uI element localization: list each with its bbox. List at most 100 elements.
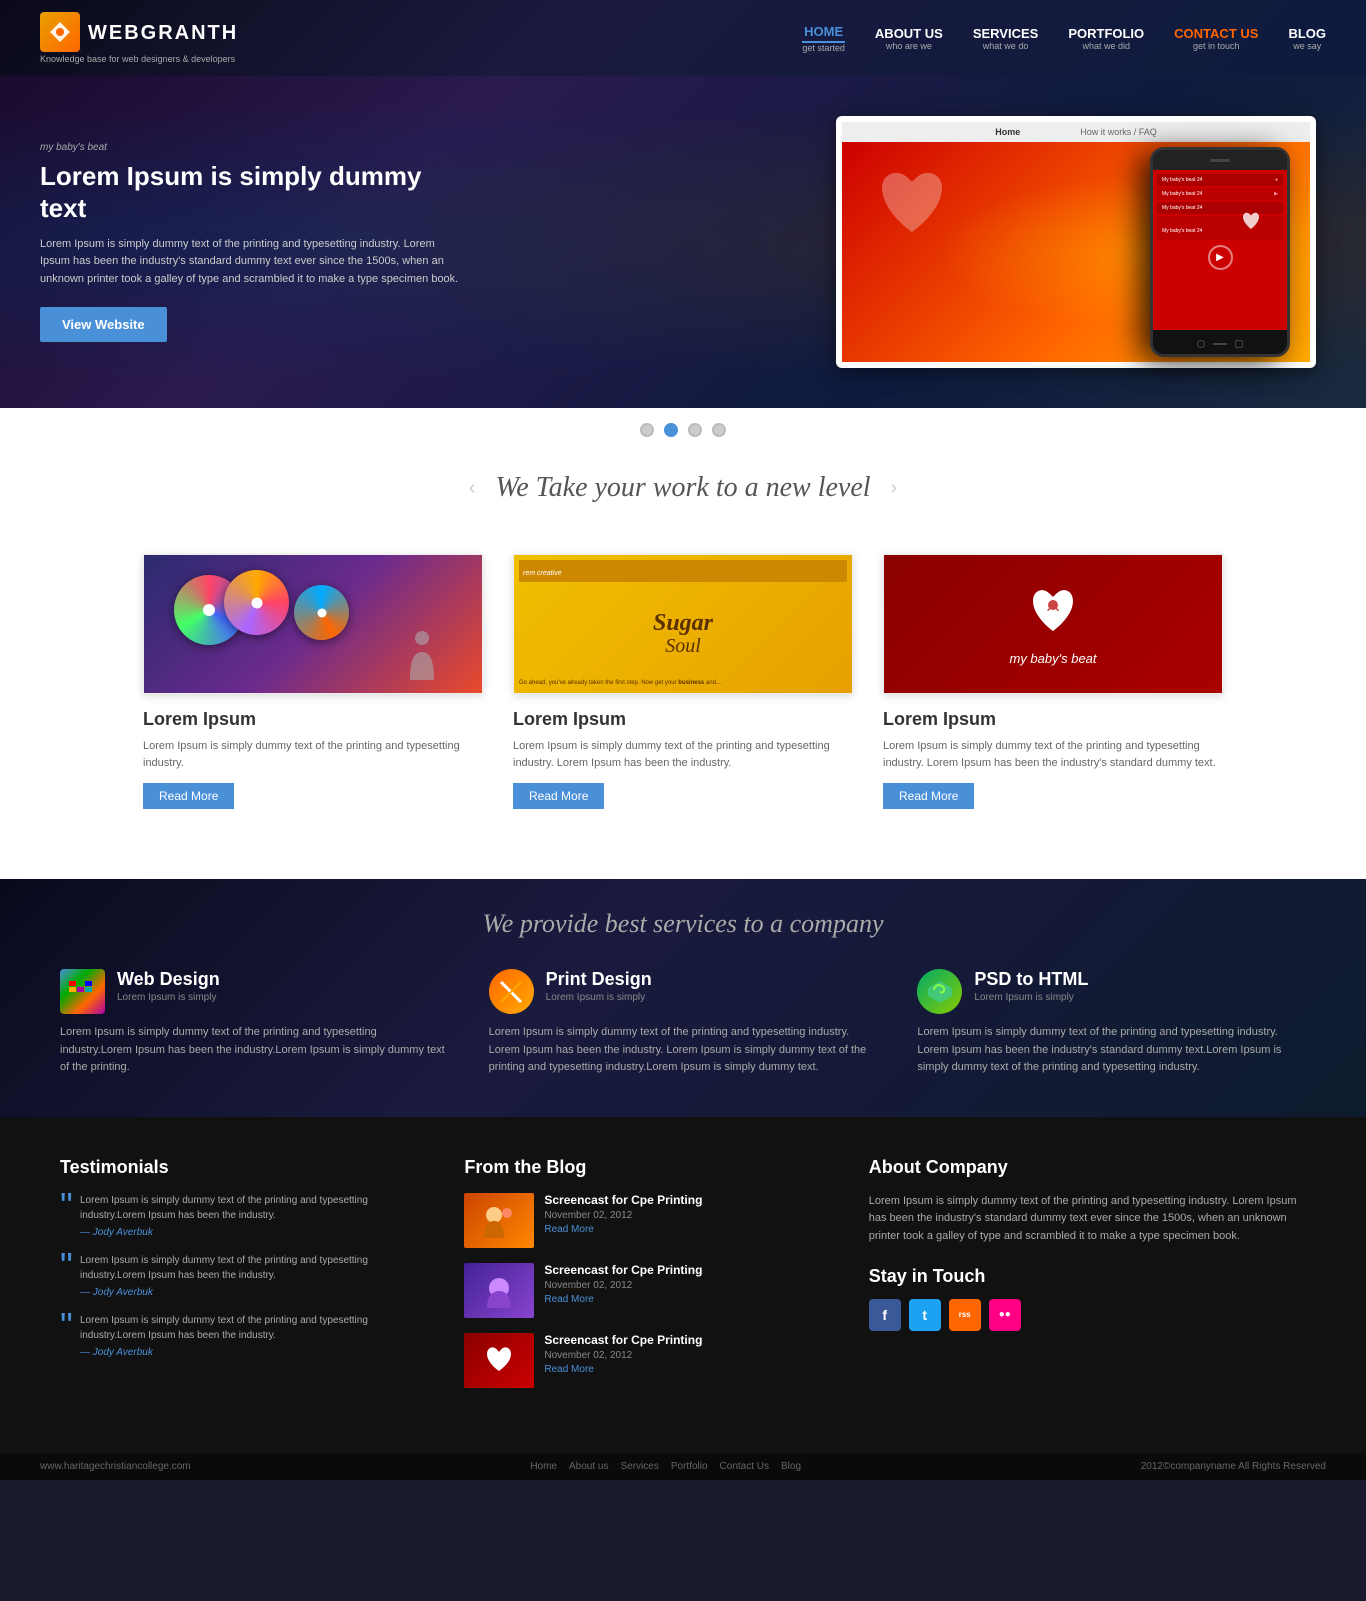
service-web-sub: Lorem Ipsum is simply [117, 992, 220, 1003]
portfolio-card-3: my baby's beat Lorem Ipsum Lorem Ipsum i… [883, 554, 1223, 809]
service-print-desc: Lorem Ipsum is simply dummy text of the … [489, 1024, 878, 1077]
quote-mark-3: " [60, 1308, 73, 1344]
service-print-header: Print Design Lorem Ipsum is simply [489, 969, 878, 1014]
portfolio-img-1 [143, 554, 483, 694]
dot-1[interactable] [640, 423, 654, 437]
nav-contact[interactable]: CONTACT US get in touch [1174, 26, 1258, 51]
service-web-info: Web Design Lorem Ipsum is simply [117, 969, 220, 1003]
logo-area: WEBGRANTH Knowledge base for web designe… [40, 12, 238, 64]
dot-2[interactable] [664, 423, 678, 437]
blog-content-2: Screencast for Cpe Printing November 02,… [544, 1263, 702, 1318]
blog-read-more-1[interactable]: Read More [544, 1224, 702, 1235]
quote-mark-1: " [60, 1188, 73, 1224]
view-website-button[interactable]: View Website [40, 307, 167, 342]
blog-post-title-2: Screencast for Cpe Printing [544, 1263, 702, 1277]
testimonial-1: " Lorem Ipsum is simply dummy text of th… [60, 1193, 424, 1238]
hero-content: my baby's beat Lorem Ipsum is simply dum… [40, 106, 1326, 378]
services-tagline: We provide best services to a company [60, 909, 1306, 939]
service-web-header: Web Design Lorem Ipsum is simply [60, 969, 449, 1014]
portfolio-title-2: Lorem Ipsum [513, 709, 853, 730]
blog-read-more-3[interactable]: Read More [544, 1364, 702, 1375]
blog-date-2: November 02, 2012 [544, 1280, 702, 1291]
footer-url: www.haritagechristiancollege.com [40, 1461, 191, 1472]
footer-link-home[interactable]: Home [530, 1461, 557, 1472]
slider-nav-home[interactable]: Home [995, 127, 1020, 137]
blog-item-3: Screencast for Cpe Printing November 02,… [464, 1333, 828, 1388]
portfolio-img-2: rem creative Sugar Soul Go ahead, you've… [513, 554, 853, 694]
dot-3[interactable] [688, 423, 702, 437]
main-nav: HOME get started ABOUT US who are we SER… [802, 24, 1326, 53]
portfolio-title-1: Lorem Ipsum [143, 709, 483, 730]
tagline-text: We Take your work to a new level [495, 472, 870, 504]
services-section: We provide best services to a company We… [0, 879, 1366, 1117]
testimonials-col: Testimonials " Lorem Ipsum is simply dum… [60, 1157, 424, 1403]
print-design-icon [489, 969, 534, 1014]
slider-dots [0, 408, 1366, 452]
footer-bottom: www.haritagechristiancollege.com Home Ab… [0, 1453, 1366, 1480]
service-psd-title: PSD to HTML [974, 969, 1088, 990]
blog-date-3: November 02, 2012 [544, 1350, 702, 1361]
quote-mark-2: " [60, 1248, 73, 1284]
portfolio-img-3: my baby's beat [883, 554, 1223, 694]
nav-blog[interactable]: BLOG we say [1288, 26, 1326, 51]
blog-title: From the Blog [464, 1157, 828, 1178]
testimonial-author-1: — Jody Averbuk [80, 1227, 424, 1238]
service-web-desc: Lorem Ipsum is simply dummy text of the … [60, 1024, 449, 1077]
footer-link-blog[interactable]: Blog [781, 1461, 801, 1472]
about-col: About Company Lorem Ipsum is simply dumm… [869, 1157, 1306, 1403]
facebook-icon[interactable]: f [869, 1299, 901, 1331]
portfolio-title-3: Lorem Ipsum [883, 709, 1223, 730]
footer-link-about[interactable]: About us [569, 1461, 608, 1472]
testimonial-author-2: — Jody Averbuk [80, 1287, 424, 1298]
blog-item-1: Screencast for Cpe Printing November 02,… [464, 1193, 828, 1248]
blog-item-2: Screencast for Cpe Printing November 02,… [464, 1263, 828, 1318]
testimonial-text-2: Lorem Ipsum is simply dummy text of the … [80, 1253, 424, 1283]
hero-desc: Lorem Ipsum is simply dummy text of the … [40, 236, 460, 289]
nav-services[interactable]: SERVICES what we do [973, 26, 1039, 51]
blog-post-title-3: Screencast for Cpe Printing [544, 1333, 702, 1347]
portfolio-card-1: Lorem Ipsum Lorem Ipsum is simply dummy … [143, 554, 483, 809]
nav-about[interactable]: ABOUT US who are we [875, 26, 943, 51]
monitor-frame: Home How it works / FAQ [836, 116, 1316, 368]
testimonial-2: " Lorem Ipsum is simply dummy text of th… [60, 1253, 424, 1298]
psd-html-icon [917, 969, 962, 1014]
footer-section: Testimonials " Lorem Ipsum is simply dum… [0, 1117, 1366, 1453]
blog-read-more-2[interactable]: Read More [544, 1294, 702, 1305]
nav-home[interactable]: HOME get started [802, 24, 845, 53]
read-more-button-3[interactable]: Read More [883, 783, 974, 809]
footer-link-portfolio[interactable]: Portfolio [671, 1461, 708, 1472]
read-more-button-1[interactable]: Read More [143, 783, 234, 809]
rss-icon[interactable]: rss [949, 1299, 981, 1331]
blog-post-title-1: Screencast for Cpe Printing [544, 1193, 702, 1207]
dot-4[interactable] [712, 423, 726, 437]
footer-copyright: 2012©companyname All Rights Reserved [1141, 1461, 1326, 1472]
portfolio-desc-3: Lorem Ipsum is simply dummy text of the … [883, 738, 1223, 771]
portfolio-card-2: rem creative Sugar Soul Go ahead, you've… [513, 554, 853, 809]
next-arrow[interactable]: › [891, 477, 898, 500]
hero-section: my baby's beat Lorem Ipsum is simply dum… [0, 76, 1366, 408]
testimonial-3: " Lorem Ipsum is simply dummy text of th… [60, 1313, 424, 1358]
blog-thumb-3 [464, 1333, 534, 1388]
slider-nav: Home How it works / FAQ [842, 122, 1310, 142]
service-print-info: Print Design Lorem Ipsum is simply [546, 969, 652, 1003]
tagline-section: ‹ We Take your work to a new level › [0, 452, 1366, 524]
portfolio-desc-1: Lorem Ipsum is simply dummy text of the … [143, 738, 483, 771]
slider-nav-faq[interactable]: How it works / FAQ [1080, 127, 1157, 137]
flickr-icon[interactable]: ●● [989, 1299, 1021, 1331]
service-web-design: Web Design Lorem Ipsum is simply Lorem I… [60, 969, 449, 1077]
portfolio-section: Lorem Ipsum Lorem Ipsum is simply dummy … [0, 524, 1366, 879]
prev-arrow[interactable]: ‹ [469, 477, 476, 500]
footer-link-contact[interactable]: Contact Us [720, 1461, 769, 1472]
blog-col: From the Blog Screencast for Cpe Printin… [464, 1157, 828, 1403]
service-psd-desc: Lorem Ipsum is simply dummy text of the … [917, 1024, 1306, 1077]
nav-portfolio[interactable]: PORTFOLIO what we did [1068, 26, 1144, 51]
about-desc: Lorem Ipsum is simply dummy text of the … [869, 1193, 1306, 1246]
twitter-icon[interactable]: t [909, 1299, 941, 1331]
blog-thumb-1 [464, 1193, 534, 1248]
services-grid: Web Design Lorem Ipsum is simply Lorem I… [60, 969, 1306, 1077]
service-web-title: Web Design [117, 969, 220, 990]
read-more-button-2[interactable]: Read More [513, 783, 604, 809]
portfolio-grid: Lorem Ipsum Lorem Ipsum is simply dummy … [60, 554, 1306, 809]
footer-link-services[interactable]: Services [621, 1461, 659, 1472]
testimonial-text-1: Lorem Ipsum is simply dummy text of the … [80, 1193, 424, 1223]
